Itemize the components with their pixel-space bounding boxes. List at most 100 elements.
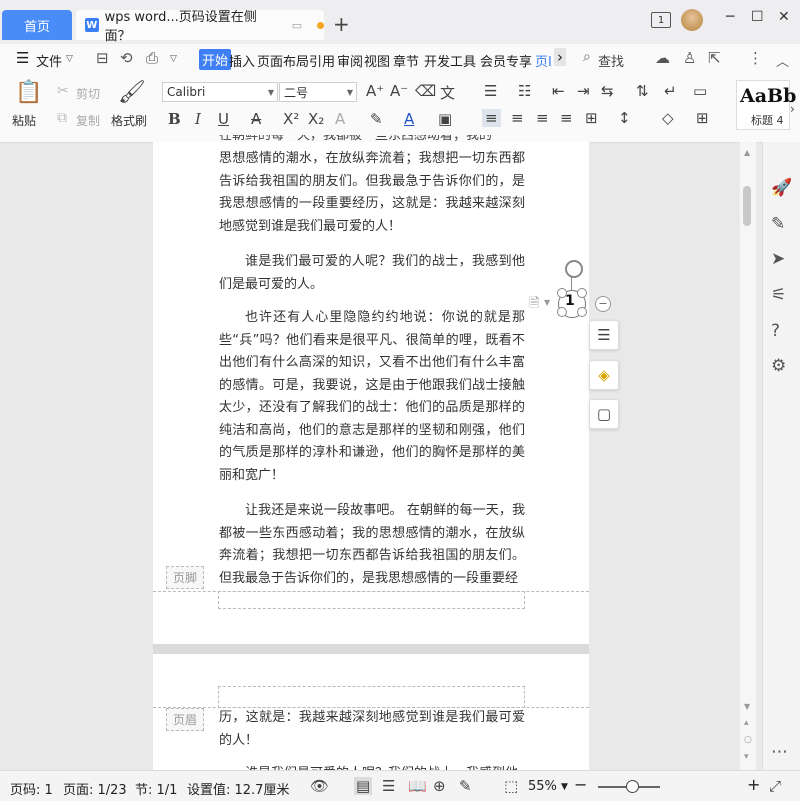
underline-icon[interactable]: U: [218, 110, 229, 128]
close-button[interactable]: ✕: [778, 9, 790, 25]
clear-format-icon[interactable]: ⌫: [415, 82, 436, 100]
style-heading4[interactable]: AaBb 标题 4: [736, 80, 796, 130]
doc-options-chevron-icon[interactable]: ▼: [544, 298, 550, 307]
doc-options-icon[interactable]: 🗎: [529, 294, 539, 316]
menu-more-button[interactable]: ›: [554, 48, 566, 66]
font-size-select[interactable]: 二号 ▼: [279, 82, 357, 102]
page-number[interactable]: 1: [565, 293, 575, 309]
menu-chapter[interactable]: 章节: [393, 51, 419, 70]
help-icon[interactable]: ?: [771, 321, 780, 341]
menu-page-layout[interactable]: 页面布局: [257, 51, 309, 70]
menu-developer[interactable]: 开发工具: [424, 51, 476, 70]
menu-member[interactable]: 会员专享: [480, 51, 532, 70]
status-page[interactable]: 页面: 1/23: [63, 779, 127, 798]
tab-home[interactable]: 首页: [2, 10, 72, 40]
status-page-code[interactable]: 页码: 1: [10, 779, 53, 798]
chevron-down-icon[interactable]: ▽: [66, 54, 73, 64]
pen-icon[interactable]: ✎: [771, 214, 785, 234]
outline-icon[interactable]: ▢: [589, 399, 619, 429]
decrease-indent-icon[interactable]: ⇤: [552, 82, 565, 100]
format-painter-button[interactable]: 格式刷: [111, 112, 147, 129]
web-view-icon[interactable]: ⊕: [433, 777, 446, 795]
tools-icon[interactable]: ⚙: [771, 356, 786, 376]
text-effect-icon[interactable]: A: [335, 110, 345, 128]
monitor-icon[interactable]: ▭: [292, 19, 302, 32]
resize-handle[interactable]: [557, 307, 567, 317]
paragraph-2[interactable]: 谁是我们最可爱的人呢？我们的战士，我感到他们是最可爱的人。: [219, 251, 525, 296]
font-color-icon[interactable]: A: [404, 110, 414, 128]
justify-icon[interactable]: ≡: [560, 109, 573, 127]
shading-icon[interactable]: ◇: [662, 109, 674, 127]
more-dots-icon[interactable]: ⋮: [748, 49, 763, 67]
collapse-icon[interactable]: −: [595, 296, 611, 312]
menu-view[interactable]: 视图: [364, 51, 390, 70]
borders-icon[interactable]: ⊞: [696, 109, 709, 127]
paste-button[interactable]: 粘贴: [12, 112, 36, 129]
fill-color-icon[interactable]: ◈: [589, 360, 619, 390]
menu-insert[interactable]: 插入: [229, 51, 255, 70]
text-wrap-icon[interactable]: ☰: [589, 320, 619, 350]
char-border-icon[interactable]: ▣: [438, 110, 452, 128]
more-chevron-icon[interactable]: ▽: [170, 54, 177, 64]
reading-view-icon[interactable]: 📖: [408, 777, 427, 795]
page-view-icon[interactable]: ▤: [354, 777, 373, 795]
paragraph-3[interactable]: 也许还有人心里隐隐约约地说：你说的就是那些“兵”吗？他们看来是很平凡、很简单的哩…: [219, 307, 525, 487]
next-page-icon[interactable]: ▾: [744, 752, 749, 762]
new-tab-button[interactable]: +: [333, 12, 350, 36]
search-icon[interactable]: ⌕: [583, 49, 591, 65]
print-icon[interactable]: ⎙: [146, 49, 158, 67]
shrink-font-icon[interactable]: A⁻: [390, 82, 408, 100]
tab-document[interactable]: W wps word...页码设置在侧面？ ▭: [76, 10, 324, 44]
rotate-handle-icon[interactable]: [565, 260, 583, 278]
menu-truncated[interactable]: 页Ⅰ: [535, 51, 552, 70]
resize-handle[interactable]: [577, 307, 587, 317]
page-count-icon[interactable]: 1: [651, 12, 671, 28]
resize-handle[interactable]: [557, 288, 567, 298]
paste-icon[interactable]: 📋: [15, 80, 42, 105]
page2-paragraph-1[interactable]: 历，这就是：我越来越深刻地感觉到谁是我们最可爱的人！: [219, 707, 525, 752]
numbered-list-icon[interactable]: ☷: [518, 82, 531, 100]
more-options-icon[interactable]: ⋯: [771, 742, 788, 762]
vertical-scrollbar[interactable]: [740, 142, 756, 770]
save-icon[interactable]: ⊟: [96, 49, 109, 67]
copy-button[interactable]: 复制: [76, 112, 100, 129]
paragraph-1[interactable]: 思想感情的潮水，在放纵奔流着；我想把一切东西都告诉给我祖国的朋友们。但我最急于告…: [219, 148, 525, 238]
search-button[interactable]: 查找: [598, 51, 624, 70]
share-user-icon[interactable]: ♙: [683, 49, 696, 67]
subscript-icon[interactable]: X₂: [308, 110, 324, 128]
status-section[interactable]: 节: 1/1: [135, 779, 177, 798]
sliders-icon[interactable]: ⚟: [771, 285, 786, 305]
zoom-slider-knob[interactable]: [626, 780, 639, 793]
distribute-icon[interactable]: ⊞: [585, 109, 598, 127]
maximize-button[interactable]: ☐: [751, 9, 764, 25]
scroll-down-icon[interactable]: ▼: [744, 702, 750, 711]
bold-icon[interactable]: B: [168, 110, 181, 128]
footer-box[interactable]: [218, 591, 525, 609]
minimize-button[interactable]: ─: [726, 9, 734, 25]
write-view-icon[interactable]: ✎: [459, 777, 472, 795]
paragraph-4[interactable]: 让我还是来说一段故事吧。 在朝鲜的每一天，我都被一些东西感动着；我的思想感情的潮…: [219, 500, 525, 590]
phonetic-icon[interactable]: 文: [440, 82, 455, 103]
collapse-ribbon-icon[interactable]: ︿: [776, 51, 789, 70]
status-setting[interactable]: 设置值: 12.7厘米: [187, 779, 289, 798]
strikethrough-icon[interactable]: A: [251, 110, 261, 128]
fit-page-icon[interactable]: ⬚: [504, 777, 518, 795]
fullscreen-icon[interactable]: ⤢: [769, 777, 781, 795]
header-box[interactable]: [218, 686, 525, 708]
select-browse-icon[interactable]: ○: [744, 735, 752, 745]
align-center-icon[interactable]: ≡: [511, 109, 524, 127]
menu-file[interactable]: 文件: [36, 51, 62, 70]
menu-reference[interactable]: 引用: [309, 51, 335, 70]
italic-icon[interactable]: I: [195, 110, 201, 128]
zoom-in-button[interactable]: +: [747, 775, 760, 794]
hamburger-icon[interactable]: ☰: [16, 49, 29, 67]
cut-button[interactable]: 剪切: [76, 85, 100, 102]
ruler-icon[interactable]: ▭: [693, 82, 707, 100]
format-painter-icon[interactable]: 🖌: [118, 80, 146, 105]
resize-handle[interactable]: [577, 288, 587, 298]
zoom-out-button[interactable]: −: [574, 775, 587, 794]
sort-icon[interactable]: ⇅: [636, 82, 649, 100]
zoom-level[interactable]: 55%: [528, 779, 557, 794]
zoom-dropdown-icon[interactable]: ▼: [561, 782, 568, 792]
show-marks-icon[interactable]: ↵: [664, 82, 677, 100]
